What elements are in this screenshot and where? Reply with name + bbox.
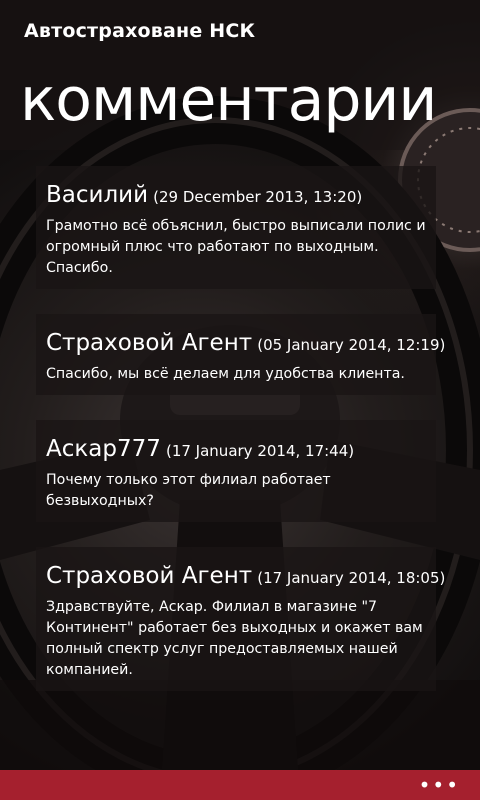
comment-item[interactable]: Василий (29 December 2013, 13:20) Грамот… xyxy=(36,166,436,289)
comment-item[interactable]: Страховой Агент (05 January 2014, 12:19)… xyxy=(36,314,445,395)
comment-author: Василий xyxy=(46,182,149,208)
comment-text: Спасибо, мы всё делаем для удобства клие… xyxy=(46,366,405,382)
app-title: Автостраховане НСК xyxy=(24,20,256,42)
comment-item[interactable]: Страховой Агент (17 January 2014, 18:05)… xyxy=(36,547,445,691)
comment-text: Грамотно всё объяснил, быстро выписали п… xyxy=(46,218,426,276)
comment-header: Страховой Агент (05 January 2014, 12:19) xyxy=(46,328,445,360)
comment-date-close: ) xyxy=(439,569,446,587)
comment-header: Страховой Агент (17 January 2014, 18:05) xyxy=(46,561,445,593)
app-bar: ••• xyxy=(0,770,480,800)
comment-header: Василий (29 December 2013, 13:20) xyxy=(46,180,426,212)
comment-date: 17 January 2014, 17:44 xyxy=(171,442,349,460)
comment-date-close: ) xyxy=(348,442,355,460)
page-title: комментарии xyxy=(20,65,437,135)
comment-date: 05 January 2014, 12:19 xyxy=(263,336,440,354)
comment-date: 29 December 2013, 13:20 xyxy=(159,188,357,206)
comment-item[interactable]: Аскар777 (17 January 2014, 17:44) Почему… xyxy=(36,420,436,522)
comment-author: Аскар777 xyxy=(46,436,161,462)
ellipsis-icon[interactable]: ••• xyxy=(419,775,460,795)
comment-text: Здравствуйте, Аскар. Филиал в магазине "… xyxy=(46,599,423,678)
comment-date: 17 January 2014, 18:05 xyxy=(263,569,440,587)
comment-header: Аскар777 (17 January 2014, 17:44) xyxy=(46,434,426,466)
comments-list: Василий (29 December 2013, 13:20) Грамот… xyxy=(36,166,445,716)
comment-author: Страховой Агент xyxy=(46,563,253,589)
comment-text: Почему только этот филиал работает безвы… xyxy=(46,472,331,509)
comment-date-close: ) xyxy=(439,336,446,354)
comment-date-close: ) xyxy=(356,188,363,206)
screen: Автостраховане НСК комментарии Василий (… xyxy=(0,0,480,800)
comment-author: Страховой Агент xyxy=(46,330,253,356)
